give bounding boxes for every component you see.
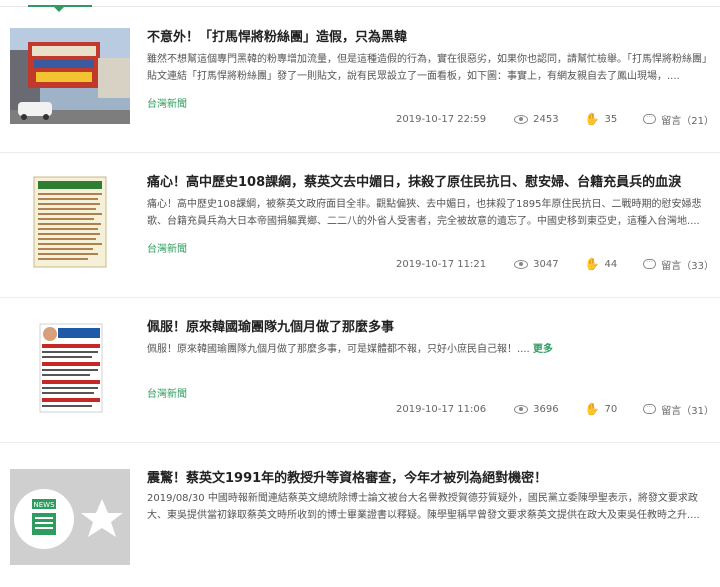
- comment-count-label: 留言（31）: [661, 405, 714, 417]
- article-summary-text: 痛心！高中歷史108課綱，被蔡英文政府面目全非。觀點偏狹、去中媚日，也抹殺了18…: [147, 199, 702, 227]
- article-item[interactable]: 痛心！高中歷史108課綱，蔡英文去中媚日，抹殺了原住民抗日、慰安婦、台籍充員兵的…: [0, 153, 720, 298]
- article-title[interactable]: 痛心！高中歷史108課綱，蔡英文去中媚日，抹殺了原住民抗日、慰安婦、台籍充員兵的…: [147, 171, 717, 190]
- news-badge-text: NEWS: [33, 501, 55, 509]
- tab-underline: [0, 0, 720, 12]
- article-title[interactable]: 不意外！「打馬悍將粉絲團」造假，只為黑韓: [147, 26, 717, 45]
- article-date: 2019-10-17 11:06: [396, 403, 487, 415]
- article-summary: 佩服！原來韓國瑜團隊九個月做了那麼多事，可是媒體都不報，只好小庶民自己報！...…: [147, 341, 715, 358]
- comment-count-label: 留言（33）: [661, 260, 714, 272]
- article-summary-text: 雖然不想幫這個專門黑韓的粉專增加流量，但是這種造假的行為，實在很惡劣，如果你也認…: [147, 54, 712, 82]
- thumbs-up-icon: ✋: [584, 257, 600, 271]
- article-meta: 2019-10-17 22:59 2453 ✋ 35 ··· 留言（21）: [396, 111, 714, 127]
- article-source[interactable]: 台灣新聞: [147, 95, 187, 110]
- view-count: 2453: [514, 113, 559, 125]
- comment-link[interactable]: ··· 留言（31）: [643, 402, 714, 417]
- view-count-value: 3696: [533, 403, 559, 415]
- like-button[interactable]: ✋ 70: [585, 403, 618, 415]
- article-source[interactable]: 台灣新聞: [147, 240, 187, 255]
- article-date: 2019-10-17 11:21: [396, 258, 487, 270]
- article-summary: 雖然不想幫這個專門黑韓的粉專增加流量，但是這種造假的行為，實在很惡劣，如果你也認…: [147, 51, 715, 85]
- comment-icon: ···: [643, 404, 657, 414]
- article-summary-text: 佩服！原來韓國瑜團隊九個月做了那麼多事，可是媒體都不報，只好小庶民自己報！...…: [147, 344, 530, 355]
- comment-link[interactable]: ··· 留言（33）: [643, 257, 714, 272]
- article-meta: 2019-10-17 11:21 3047 ✋ 44 ··· 留言（33）: [396, 256, 714, 272]
- like-button[interactable]: ✋ 35: [585, 113, 618, 125]
- article-feed: 不意外！「打馬悍將粉絲團」造假，只為黑韓 雖然不想幫這個專門黑韓的粉專增加流量，…: [0, 8, 720, 587]
- article-item[interactable]: NEWS 震驚！蔡英文1991年的教授升等資格審查，今年才被列為絕對機密！ 20…: [0, 443, 720, 587]
- article-title[interactable]: 佩服！原來韓國瑜團隊九個月做了那麼多事: [147, 316, 717, 335]
- comment-count-label: 留言（21）: [661, 115, 714, 127]
- like-count-value: 35: [604, 113, 618, 125]
- thumbs-up-icon: ✋: [584, 112, 600, 126]
- view-count: 3696: [514, 403, 559, 415]
- article-thumbnail[interactable]: [10, 173, 130, 269]
- article-item[interactable]: 不意外！「打馬悍將粉絲團」造假，只為黑韓 雖然不想幫這個專門黑韓的粉專增加流量，…: [0, 8, 720, 153]
- article-date: 2019-10-17 22:59: [396, 113, 487, 125]
- article-thumbnail[interactable]: [10, 28, 130, 124]
- eye-icon: [514, 259, 529, 269]
- comment-icon: ···: [643, 114, 657, 124]
- article-thumbnail[interactable]: NEWS: [10, 469, 130, 565]
- view-count-value: 2453: [533, 113, 559, 125]
- eye-icon: [514, 114, 529, 124]
- article-summary: 痛心！高中歷史108課綱，被蔡英文政府面目全非。觀點偏狹、去中媚日，也抹殺了18…: [147, 196, 715, 230]
- view-count: 3047: [514, 258, 559, 270]
- article-item[interactable]: 佩服！原來韓國瑜團隊九個月做了那麼多事 佩服！原來韓國瑜團隊九個月做了那麼多事，…: [0, 298, 720, 443]
- article-summary: 2019/08/30 中國時報新聞連結蔡英文總統除博士論文被台大名譽教授賀德芬質…: [147, 490, 715, 524]
- article-meta: 2019-10-17 11:06 3696 ✋ 70 ··· 留言（31）: [396, 401, 714, 417]
- like-button[interactable]: ✋ 44: [585, 258, 618, 270]
- thumbs-up-icon: ✋: [584, 402, 600, 416]
- more-link[interactable]: 更多: [533, 344, 553, 355]
- comment-link[interactable]: ··· 留言（21）: [643, 112, 714, 127]
- article-source[interactable]: 台灣新聞: [147, 385, 187, 400]
- view-count-value: 3047: [533, 258, 559, 270]
- eye-icon: [514, 404, 529, 414]
- article-thumbnail[interactable]: [10, 318, 130, 414]
- like-count-value: 44: [604, 258, 618, 270]
- like-count-value: 70: [604, 403, 618, 415]
- tab-divider: [0, 6, 720, 7]
- comment-icon: ···: [643, 259, 657, 269]
- article-title[interactable]: 震驚！蔡英文1991年的教授升等資格審查，今年才被列為絕對機密！: [147, 467, 717, 486]
- article-summary-text: 2019/08/30 中國時報新聞連結蔡英文總統除博士論文被台大名譽教授賀德芬質…: [147, 493, 700, 521]
